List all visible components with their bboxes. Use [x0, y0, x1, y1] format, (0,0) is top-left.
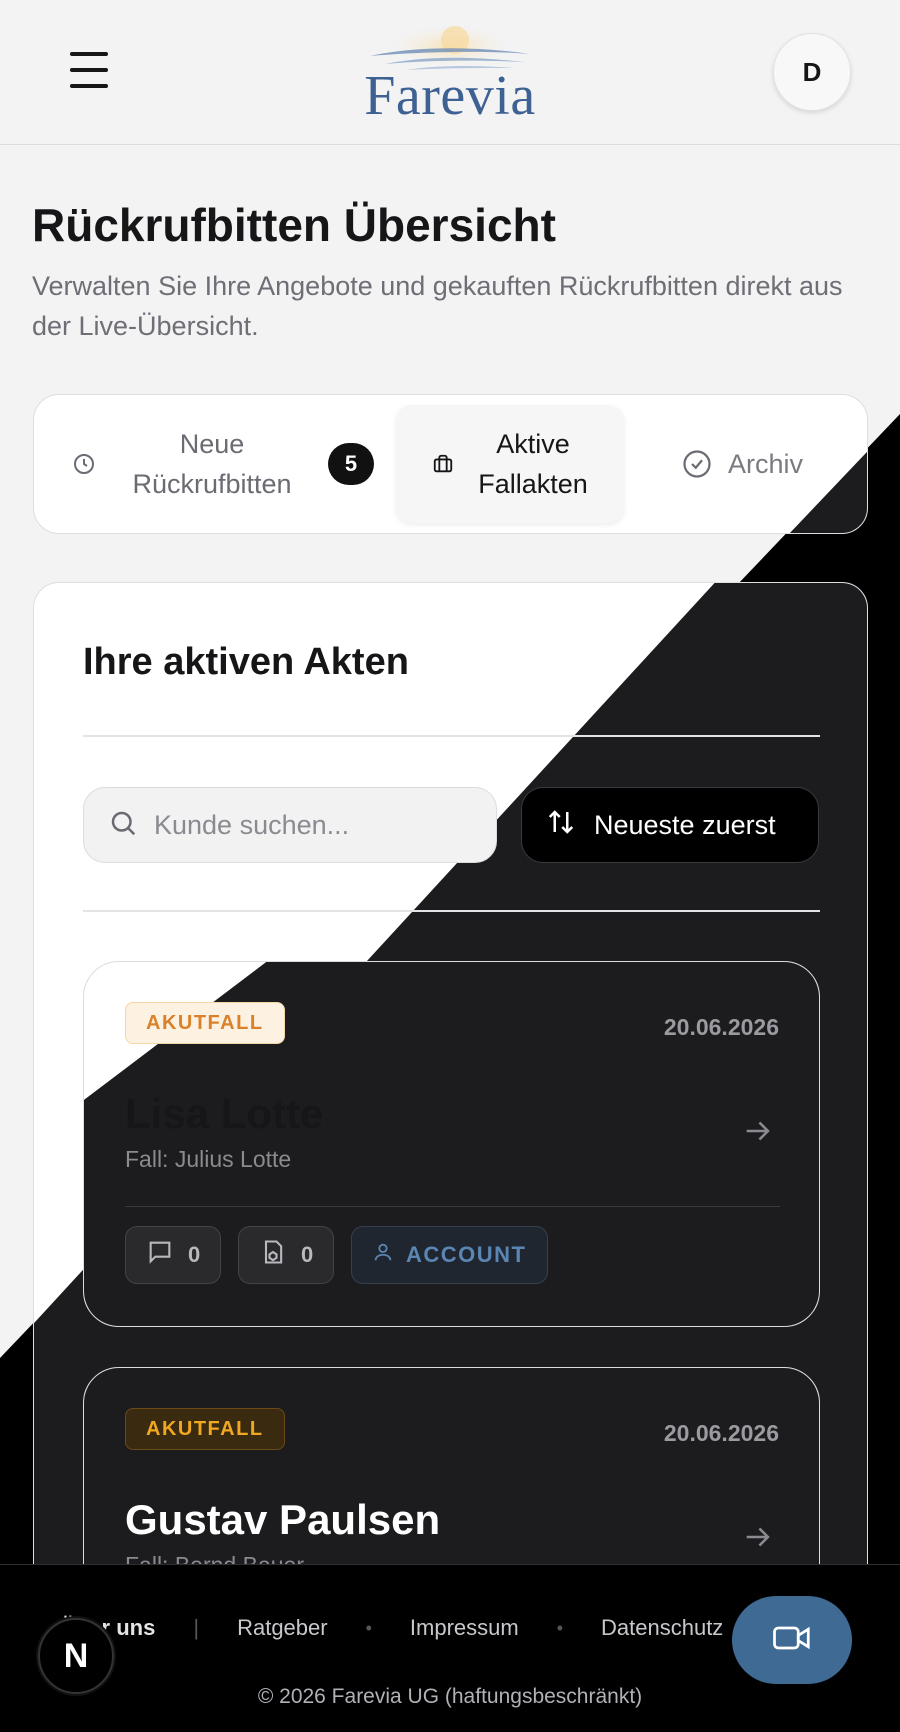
brand-name: Farevia [364, 65, 536, 127]
app-header: Farevia D [0, 0, 900, 145]
message-icon [146, 1238, 174, 1272]
tab-active-cases[interactable]: Aktive Fallakten [396, 405, 624, 523]
n-logo-icon[interactable]: N [38, 1618, 114, 1694]
separator: • [556, 1617, 564, 1638]
case-date: 20.06.2026 [663, 1420, 779, 1446]
tabs-bar: Neue Rückrufbitten 5 Aktive Fallakten Arch… [33, 394, 868, 534]
count-badge: 5 [328, 443, 374, 485]
briefcase-icon [432, 453, 454, 475]
menu-icon-bar [70, 52, 108, 56]
account-label: ACCOUNT [406, 1242, 527, 1267]
messages-chip[interactable]: 0 [125, 1226, 222, 1284]
documents-chip[interactable]: 0 [238, 1226, 335, 1284]
video-camera-icon [772, 1623, 812, 1658]
user-avatar[interactable]: D [773, 33, 851, 111]
search-icon [108, 808, 138, 843]
separator: • [365, 1617, 372, 1638]
divider [83, 735, 820, 737]
search-box[interactable] [83, 787, 497, 863]
tab-label: Neue Rückrufbitten [132, 429, 292, 499]
footer-link-privacy[interactable]: Datenschutz [601, 1615, 723, 1641]
copyright: © 2026 Farevia UG (haftungsbeschränkt) [257, 1685, 643, 1708]
case-card[interactable]: AKUTFALL 20.06.2026 Lisa Lotte Fall: Jul… [83, 961, 820, 1327]
priority-tag: AKUTFALL [125, 1408, 285, 1450]
case-client-name: Gustav Paulsen [125, 1496, 441, 1543]
tab-archive[interactable]: Archiv [682, 405, 862, 523]
page-title: Rückrufbitten Übersicht [32, 199, 556, 251]
brand-logo[interactable]: Farevia [350, 18, 550, 136]
menu-icon-bar [70, 84, 108, 88]
page-subtitle: Verwalten Sie Ihre Angebote und gekaufte… [32, 271, 843, 341]
messages-count: 0 [188, 1242, 201, 1267]
account-chip[interactable]: ACCOUNT [351, 1226, 548, 1284]
tab-label: Aktive Fallakten [478, 429, 588, 499]
documents-count: 0 [301, 1242, 314, 1267]
priority-tag: AKUTFALL [125, 1002, 285, 1044]
clock-icon [72, 452, 96, 476]
menu-icon-bar [70, 68, 108, 72]
search-input[interactable] [154, 809, 454, 841]
case-date: 20.06.2026 [663, 1014, 779, 1040]
tab-label: Archiv [728, 449, 804, 479]
video-call-button[interactable] [732, 1596, 852, 1684]
active-cases-panel: Ihre aktiven Akten Neueste zuerst AKUTFA… [33, 582, 868, 1732]
separator: | [193, 1615, 200, 1640]
sort-button[interactable]: Neueste zuerst [521, 787, 819, 863]
check-circle-icon [682, 449, 712, 479]
arrow-right-icon[interactable] [741, 1520, 775, 1559]
divider [125, 1206, 780, 1207]
arrow-right-icon[interactable] [741, 1114, 775, 1153]
sort-arrows-icon [546, 807, 576, 844]
footer-nav: Über uns | Ratgeber • Impressum • Datens… [60, 1615, 723, 1641]
sort-label: Neueste zuerst [594, 809, 776, 840]
case-subject: Fall: Julius Lotte [125, 1146, 292, 1172]
case-client-name: Lisa Lotte [125, 1090, 324, 1137]
footer-link-guide[interactable]: Ratgeber [237, 1615, 328, 1641]
divider [83, 910, 820, 912]
user-icon [372, 1241, 394, 1269]
section-title: Ihre aktiven Akten [83, 641, 409, 683]
tab-new-callbacks[interactable]: Neue Rückrufbitten 5 [72, 405, 392, 523]
menu-button[interactable] [70, 52, 108, 88]
footer-link-imprint[interactable]: Impressum [410, 1615, 519, 1641]
document-package-icon [259, 1238, 287, 1272]
